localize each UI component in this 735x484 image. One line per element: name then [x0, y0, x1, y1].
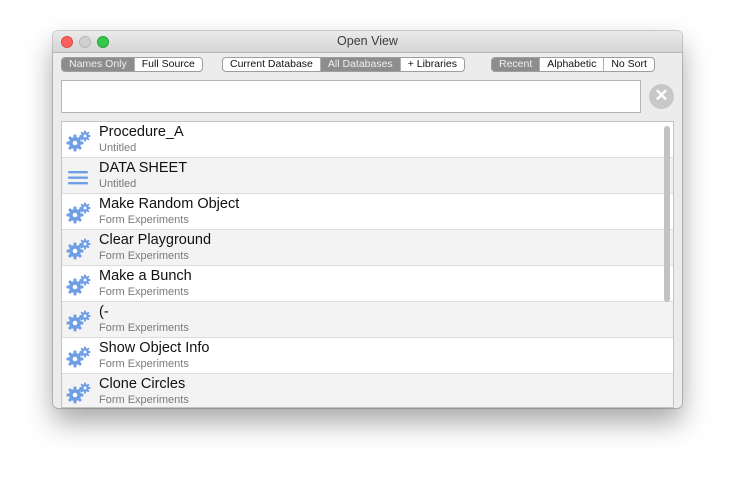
list-item[interactable]: Make a Bunch Form Experiments	[62, 266, 673, 302]
list-item[interactable]: (- Form Experiments	[62, 302, 673, 338]
item-name: Procedure_A	[99, 124, 184, 140]
segment-no-sort[interactable]: No Sort	[603, 58, 654, 71]
gears-icon	[66, 202, 92, 224]
window-title: Open View	[337, 34, 398, 48]
item-name: Show Object Info	[99, 340, 210, 356]
view-mode-segmented-control: Names Only Full Source	[61, 57, 203, 72]
list-item[interactable]: Show Object Info Form Experiments	[62, 338, 673, 374]
item-database: Untitled	[99, 178, 137, 190]
gears-icon	[66, 274, 92, 296]
item-database: Form Experiments	[99, 250, 189, 262]
segment-full-source[interactable]: Full Source	[133, 58, 202, 71]
gears-icon	[66, 130, 92, 152]
sort-segmented-control: Recent Alphabetic No Sort	[491, 57, 655, 72]
lines-icon	[66, 166, 92, 188]
item-database: Form Experiments	[99, 214, 189, 226]
list-item[interactable]: Clear Playground Form Experiments	[62, 230, 673, 266]
gears-icon	[66, 382, 92, 404]
list-item[interactable]: DATA SHEET Untitled	[62, 158, 673, 194]
search-input[interactable]	[61, 80, 641, 113]
gears-icon	[66, 238, 92, 260]
item-database: Form Experiments	[99, 358, 189, 370]
gears-icon	[66, 346, 92, 368]
segment-names-only[interactable]: Names Only	[62, 58, 134, 71]
list-item[interactable]: Make Random Object Form Experiments	[62, 194, 673, 230]
item-database: Form Experiments	[99, 322, 189, 334]
list-item[interactable]: Procedure_A Untitled	[62, 122, 673, 158]
item-name: (-	[99, 304, 109, 320]
gears-icon	[66, 310, 92, 332]
segment-alphabetic[interactable]: Alphabetic	[539, 58, 603, 71]
title-bar: Open View	[53, 31, 682, 53]
segment-libraries[interactable]: + Libraries	[399, 58, 464, 71]
item-database: Untitled	[99, 142, 137, 154]
item-name: Make a Bunch	[99, 268, 192, 284]
view-list-rows: Procedure_A Untitled DATA SHEET Untitled Mak…	[62, 122, 673, 407]
open-view-window: Open View Names Only Full Source Current…	[53, 31, 682, 408]
item-name: Make Random Object	[99, 196, 240, 212]
segment-current-database[interactable]: Current Database	[223, 58, 320, 71]
segment-all-databases[interactable]: All Databases	[319, 58, 400, 71]
view-list[interactable]: Procedure_A Untitled DATA SHEET Untitled Mak…	[61, 121, 674, 408]
segment-recent[interactable]: Recent	[492, 58, 540, 71]
database-segmented-control: Current Database All Databases + Librari…	[222, 57, 466, 72]
item-database: Form Experiments	[99, 394, 189, 406]
item-name: DATA SHEET	[99, 160, 188, 176]
clear-search-icon[interactable]: ✕	[649, 84, 674, 109]
vertical-scrollbar[interactable]	[664, 126, 670, 302]
item-name: Clear Playground	[99, 232, 212, 248]
item-database: Form Experiments	[99, 286, 189, 298]
list-item[interactable]: Clone Circles Form Experiments	[62, 374, 673, 407]
item-name: Clone Circles	[99, 376, 186, 392]
